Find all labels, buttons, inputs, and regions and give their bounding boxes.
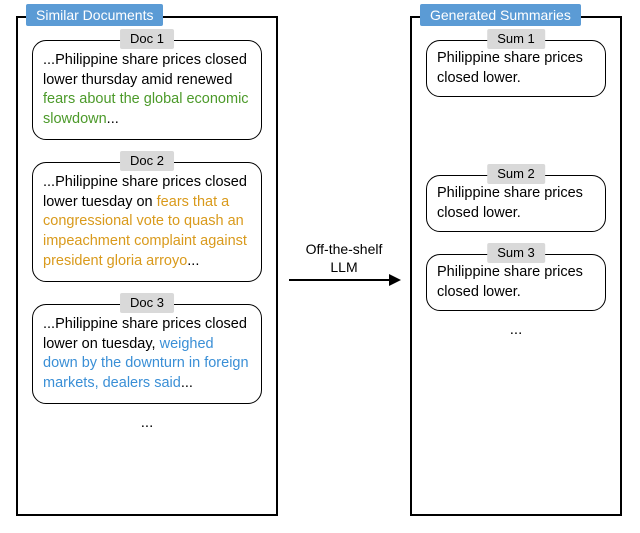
doc-text-post: ... (187, 253, 199, 269)
sum-text: Philippine share prices closed lower. (437, 264, 583, 300)
sum-text: Philippine share prices closed lower. (437, 185, 583, 221)
sum-box-1: Sum 1 Philippine share prices closed low… (426, 40, 606, 97)
panel-header-left: Similar Documents (26, 4, 163, 26)
sum-tag: Sum 2 (487, 164, 545, 184)
sum-text: Philippine share prices closed lower. (437, 50, 583, 86)
sum-tag: Sum 3 (487, 243, 545, 263)
doc-tag: Doc 2 (120, 151, 174, 171)
doc-box-2: Doc 2 ...Philippine share prices closed … (32, 162, 262, 282)
arrow-line-icon (289, 279, 399, 281)
sum-tag: Sum 1 (487, 29, 545, 49)
ellipsis: ... (412, 321, 620, 338)
arrow-llm: Off-the-shelf LLM (284, 240, 404, 281)
doc-text-pre: ...Philippine share prices closed lower … (43, 52, 247, 88)
generated-summaries-panel: Generated Summaries Sum 1 Philippine sha… (410, 16, 622, 516)
doc-text-pre: ...Philippine share prices closed lower … (43, 316, 247, 352)
doc-box-3: Doc 3 ...Philippine share prices closed … (32, 304, 262, 404)
doc-text-post: ... (181, 375, 193, 391)
sum-box-3: Sum 3 Philippine share prices closed low… (426, 254, 606, 311)
panel-header-right: Generated Summaries (420, 4, 581, 26)
doc-text-post: ... (107, 111, 119, 127)
similar-documents-panel: Similar Documents Doc 1 ...Philippine sh… (16, 16, 278, 516)
ellipsis: ... (18, 414, 276, 431)
doc-box-1: Doc 1 ...Philippine share prices closed … (32, 40, 262, 140)
doc-tag: Doc 1 (120, 29, 174, 49)
arrow-label-line2: LLM (330, 259, 357, 275)
sum-box-2: Sum 2 Philippine share prices closed low… (426, 175, 606, 232)
doc-text-highlight: fears about the global economic slowdown (43, 91, 249, 127)
arrow-label-line1: Off-the-shelf (306, 241, 383, 257)
doc-tag: Doc 3 (120, 293, 174, 313)
arrow-label: Off-the-shelf LLM (284, 240, 404, 276)
